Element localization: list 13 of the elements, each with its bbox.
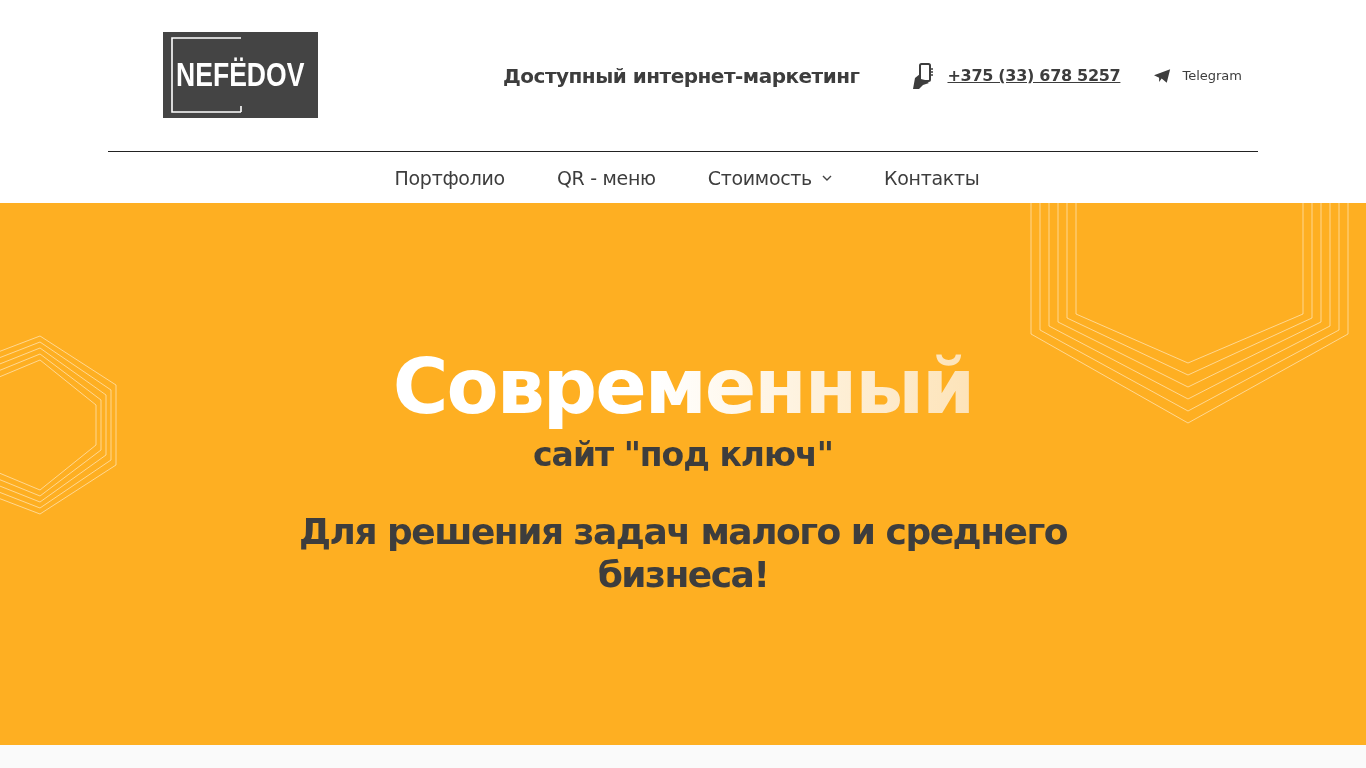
- nav-link[interactable]: QR - меню: [556, 166, 656, 189]
- paper-plane-icon: [1154, 68, 1172, 83]
- hero-subtitle: сайт "под ключ": [533, 434, 833, 474]
- nav-link[interactable]: Контакты: [884, 166, 980, 189]
- hero-text: Для решения задач малого и среднего бизнеса!: [297, 509, 1069, 596]
- tagline: Доступный интернет-маркетинг: [503, 63, 860, 88]
- phone-in-hand-icon: [911, 62, 936, 89]
- nav-link[interactable]: Портфолио: [394, 166, 505, 189]
- nav-link[interactable]: Стоимость: [707, 166, 832, 189]
- telegram-link[interactable]: Telegram: [1182, 68, 1242, 83]
- chevron-down-icon: [822, 174, 832, 181]
- logo[interactable]: NEFЁDOV: [163, 31, 318, 118]
- phone-link[interactable]: +375 (33) 678 5257: [947, 66, 1121, 85]
